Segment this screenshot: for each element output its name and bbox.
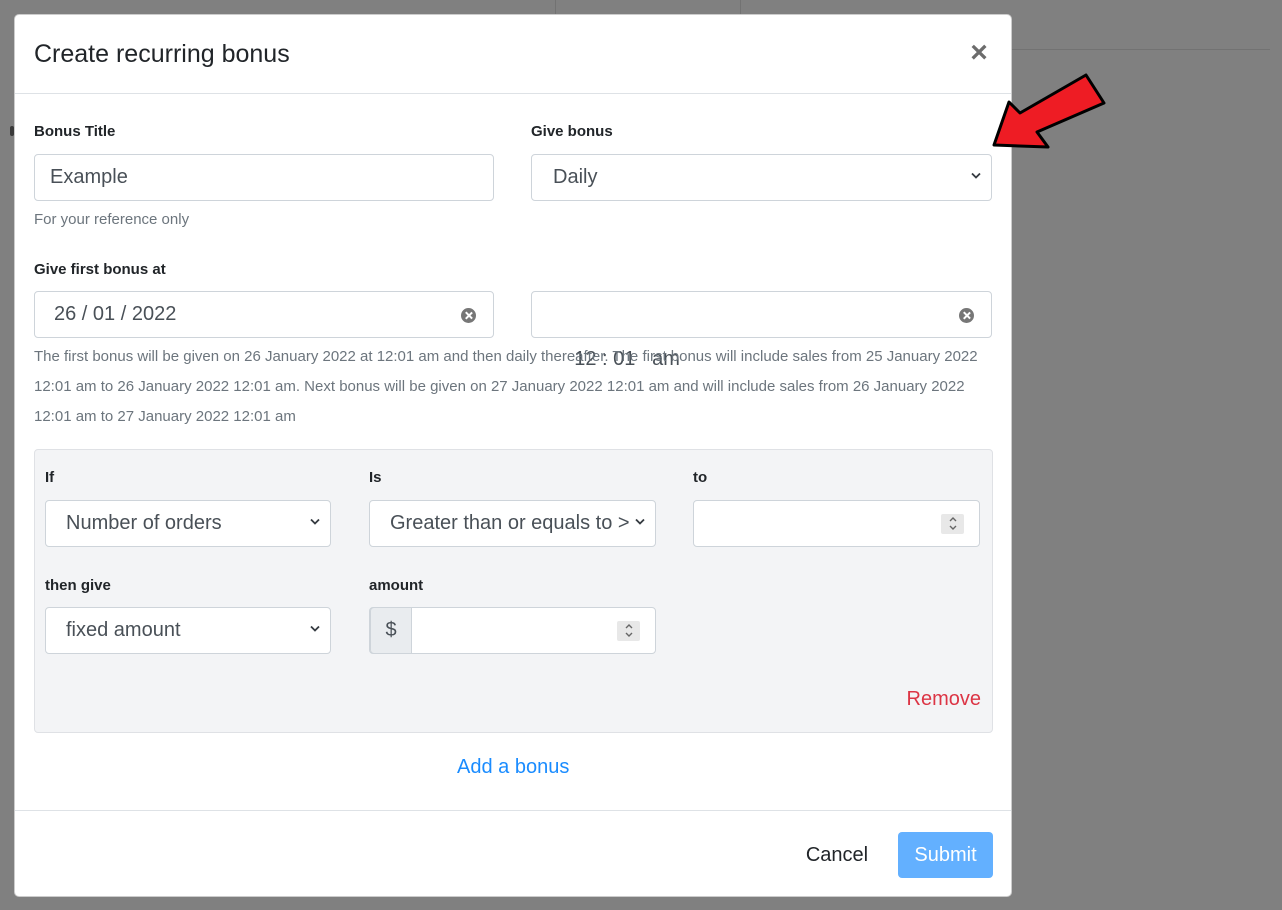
to-label: to — [693, 469, 708, 486]
then-give-label: then give — [45, 577, 111, 594]
if-select[interactable]: Number of orders — [45, 500, 331, 547]
bonus-title-helper: For your reference only — [34, 211, 190, 228]
schedule-description: The first bonus will be given on 26 Janu… — [34, 348, 978, 425]
date-value: 26 / 01 / 2022 — [54, 303, 177, 325]
cancel-button[interactable]: Cancel — [797, 832, 877, 878]
bonus-rule-card: If Number of orders Is Greater than or e… — [34, 449, 993, 733]
bonus-title-input[interactable]: Example — [34, 154, 494, 201]
submit-button[interactable]: Submit — [898, 832, 993, 878]
bonus-title-label: Bonus Title — [34, 123, 116, 140]
spinner-arrows-icon[interactable] — [617, 621, 640, 641]
clear-icon[interactable] — [959, 308, 974, 323]
amount-label: amount — [369, 577, 424, 594]
give-bonus-label: Give bonus — [531, 123, 613, 140]
give-bonus-value: Daily — [553, 166, 598, 188]
modal-header: Create recurring bonus × — [15, 15, 1011, 94]
then-give-value: fixed amount — [66, 619, 181, 641]
chevron-down-icon — [971, 155, 981, 180]
spinner-arrows-icon[interactable] — [941, 514, 964, 534]
red-arrow-icon — [992, 73, 1106, 149]
first-bonus-time-input[interactable]: 12 : 01 am — [531, 291, 992, 370]
to-number-input[interactable] — [693, 500, 980, 547]
if-label: If — [45, 469, 55, 486]
close-icon[interactable]: × — [967, 38, 991, 68]
give-bonus-select[interactable]: Daily — [531, 154, 992, 201]
background-divider — [555, 0, 556, 14]
chevron-down-icon — [310, 501, 320, 526]
clear-icon[interactable] — [461, 308, 476, 323]
background-divider — [1012, 49, 1270, 50]
first-bonus-label: Give first bonus at — [34, 261, 166, 278]
amount-input[interactable]: $ — [369, 607, 656, 654]
is-select[interactable]: Greater than or equals to > — [369, 500, 656, 547]
is-label: Is — [369, 469, 382, 486]
add-bonus-link[interactable]: Add a bonus — [457, 756, 569, 779]
modal-footer: Cancel Submit — [15, 810, 1011, 896]
if-value: Number of orders — [66, 512, 222, 534]
currency-prefix: $ — [370, 607, 412, 654]
remove-bonus-link[interactable]: Remove — [907, 688, 981, 711]
modal-title: Create recurring bonus — [34, 40, 290, 68]
create-recurring-bonus-modal: Create recurring bonus × Bonus Title Exa… — [14, 14, 1012, 897]
chevron-down-icon — [632, 501, 645, 526]
then-give-select[interactable]: fixed amount — [45, 607, 331, 654]
chevron-down-icon — [310, 608, 320, 633]
is-value: Greater than or equals to > — [390, 512, 630, 534]
background-divider — [740, 0, 741, 14]
first-bonus-date-input[interactable]: 26 / 01 / 2022 — [34, 291, 494, 338]
